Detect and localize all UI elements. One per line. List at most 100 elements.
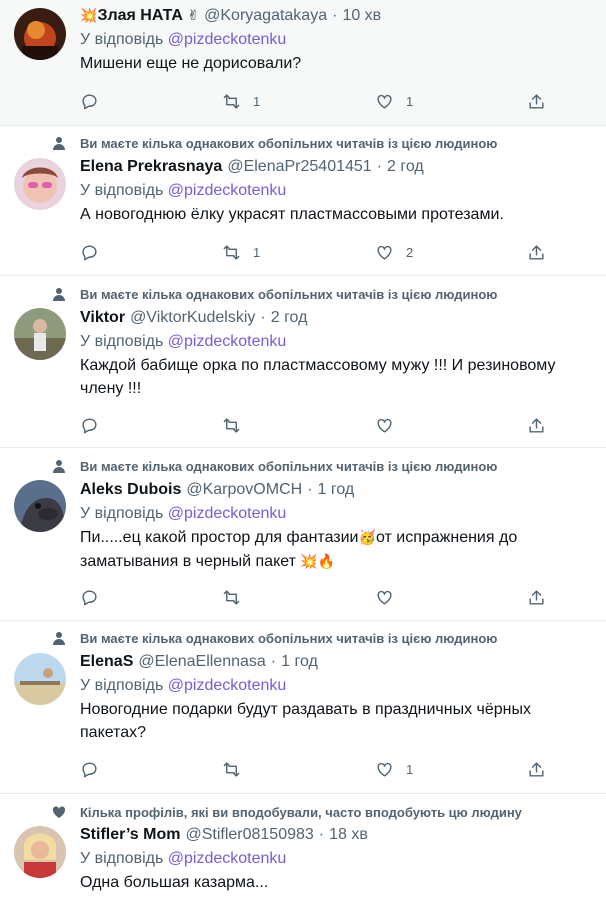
author-name[interactable]: 💥Злая НАТА ✌ <box>80 6 199 26</box>
social-context: Кілька профілів, які ви вподобували, час… <box>52 803 522 821</box>
like-button[interactable] <box>375 586 414 608</box>
author-name[interactable]: ElenaS <box>80 652 133 672</box>
tweet-time[interactable]: 10 хв <box>342 6 381 26</box>
heart-icon <box>377 94 392 109</box>
share-icon <box>529 417 544 433</box>
avatar[interactable] <box>14 826 66 878</box>
share-icon <box>529 244 544 260</box>
reply-context: У відповідь @pizdeckotenku <box>80 677 287 694</box>
tweet-actions: 1 <box>80 758 560 780</box>
tweet-header: ElenaS @ElenaEllennasa · 1 год <box>80 652 592 672</box>
tweet-text: Пи.....ец какой простор для фантазии🥳от … <box>80 529 518 570</box>
tweet-text: Мишени еще не дорисовали? <box>80 55 302 72</box>
reply-mention[interactable]: @pizdeckotenku <box>168 850 287 867</box>
separator-dot: · <box>270 653 277 670</box>
social-context: Ви маєте кілька однакових обопільних чит… <box>52 134 497 152</box>
tweet[interactable]: Кілька профілів, які ви вподобували, час… <box>0 794 606 897</box>
like-button[interactable]: 2 <box>375 241 414 263</box>
tweet-header: Stifler’s Mom @Stifler08150983 · 18 хв <box>80 825 592 845</box>
author-name[interactable]: Aleks Dubois <box>80 480 181 500</box>
tweet-actions <box>80 414 560 436</box>
heart-icon <box>377 245 392 260</box>
share-button[interactable] <box>527 241 546 263</box>
author-handle[interactable]: @ViktorKudelskiy <box>130 308 255 328</box>
tweet[interactable]: Ви маєте кілька однакових обопільних чит… <box>0 448 606 621</box>
share-button[interactable] <box>527 90 546 112</box>
reply-icon <box>82 244 97 260</box>
reply-context: У відповідь @pizdeckotenku <box>80 182 287 199</box>
tweet-time[interactable]: 1 год <box>318 480 355 500</box>
reply-button[interactable] <box>80 758 119 780</box>
social-context: Ви маєте кілька однакових обопільних чит… <box>52 285 497 303</box>
tweet-header: Viktor @ViktorKudelskiy · 2 год <box>80 308 592 328</box>
tweet-actions: 1 1 <box>80 90 560 112</box>
author-handle[interactable]: @ElenaEllennasa <box>138 652 265 672</box>
reply-context: У відповідь @pizdeckotenku <box>80 31 287 48</box>
reply-button[interactable] <box>80 241 119 263</box>
reply-button[interactable] <box>80 90 119 112</box>
retweet-button[interactable] <box>222 586 261 608</box>
retweet-icon <box>223 417 240 433</box>
separator-dot: · <box>307 481 313 498</box>
person-icon <box>52 459 66 473</box>
reply-mention[interactable]: @pizdeckotenku <box>168 182 287 199</box>
separator-dot: · <box>332 7 338 24</box>
avatar[interactable] <box>14 308 66 360</box>
reply-mention[interactable]: @pizdeckotenku <box>168 677 287 694</box>
retweet-button[interactable]: 1 <box>222 241 261 263</box>
retweet-button[interactable]: 1 <box>222 90 261 112</box>
like-button[interactable]: 1 <box>375 90 414 112</box>
tweet[interactable]: Ви маєте кілька однакових обопільних чит… <box>0 621 606 794</box>
tweet-text: Новогодние подарки будут раздавать в пра… <box>80 701 531 741</box>
person-icon <box>52 631 66 645</box>
tweet-header: 💥Злая НАТА ✌ @Koryagatakaya · 10 хв <box>80 6 592 26</box>
like-button[interactable] <box>375 414 414 436</box>
share-button[interactable] <box>527 586 546 608</box>
avatar[interactable] <box>14 8 66 60</box>
avatar[interactable] <box>14 480 66 532</box>
reply-mention[interactable]: @pizdeckotenku <box>168 333 287 350</box>
avatar[interactable] <box>14 158 66 210</box>
tweet-time[interactable]: 2 год <box>271 308 308 328</box>
tweet-time[interactable]: 18 хв <box>329 825 368 845</box>
fire-emoji: 💥🔥 <box>300 554 336 570</box>
separator-dot: · <box>318 826 325 843</box>
retweet-button[interactable] <box>222 414 261 436</box>
share-icon <box>529 761 544 777</box>
reply-button[interactable] <box>80 586 119 608</box>
reply-mention[interactable]: @pizdeckotenku <box>168 31 287 48</box>
reply-context: У відповідь @pizdeckotenku <box>80 333 287 350</box>
tweet[interactable]: Ви маєте кілька однакових обопільних чит… <box>0 126 606 276</box>
reply-icon <box>82 93 97 109</box>
tweet-actions <box>80 586 560 608</box>
tweet[interactable]: 💥Злая НАТА ✌ @Koryagatakaya · 10 хв У ві… <box>0 0 606 126</box>
tweet-time[interactable]: 1 год <box>281 652 318 672</box>
heart-small-icon <box>52 805 66 819</box>
author-handle[interactable]: @KarpovOMCH <box>186 480 302 500</box>
author-name[interactable]: Stifler’s Mom <box>80 825 180 845</box>
person-icon <box>52 287 66 301</box>
tweet[interactable]: Ви маєте кілька однакових обопільних чит… <box>0 276 606 448</box>
avatar[interactable] <box>14 653 66 705</box>
reply-context: У відповідь @pizdeckotenku <box>80 505 287 522</box>
heart-icon <box>377 762 392 777</box>
author-name[interactable]: Viktor <box>80 308 125 328</box>
reply-icon <box>82 761 97 777</box>
share-icon <box>529 93 544 109</box>
tweet-text: Одна большая казарма... <box>80 874 269 891</box>
share-button[interactable] <box>527 414 546 436</box>
like-button[interactable]: 1 <box>375 758 414 780</box>
heart-icon <box>377 590 392 605</box>
tweet-actions: 1 2 <box>80 241 560 263</box>
author-handle[interactable]: @Koryagatakaya <box>204 6 327 26</box>
share-button[interactable] <box>527 758 546 780</box>
reply-mention[interactable]: @pizdeckotenku <box>168 505 287 522</box>
party-emoji: 🥳 <box>358 530 376 546</box>
tweet-header: Elena Prekrasnaya @ElenaPr25401451 · 2 г… <box>80 157 592 177</box>
retweet-button[interactable] <box>222 758 261 780</box>
reply-button[interactable] <box>80 414 119 436</box>
author-name[interactable]: Elena Prekrasnaya <box>80 157 222 177</box>
tweet-time[interactable]: 2 год <box>387 157 424 177</box>
author-handle[interactable]: @ElenaPr25401451 <box>227 157 371 177</box>
author-handle[interactable]: @Stifler08150983 <box>185 825 313 845</box>
